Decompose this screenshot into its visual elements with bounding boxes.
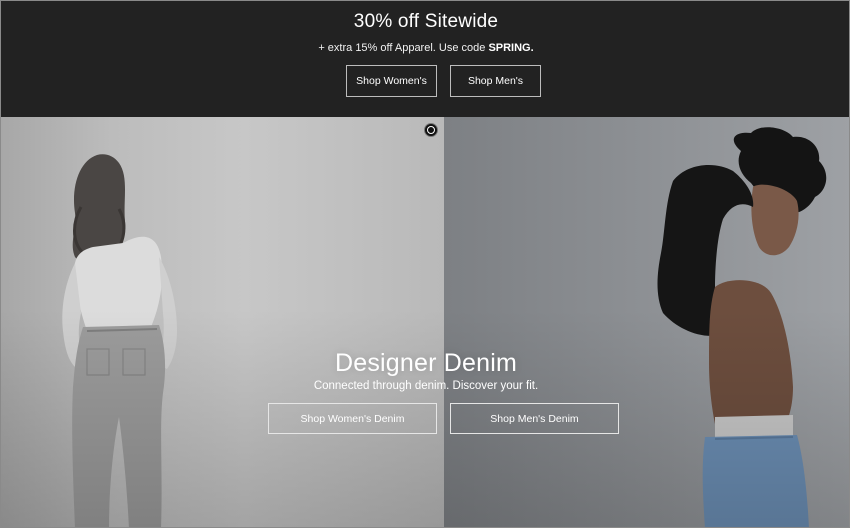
page-frame: 30% off Sitewide + extra 15% off Apparel… (0, 0, 850, 528)
shop-mens-denim-button[interactable]: Shop Men's Denim (450, 403, 619, 434)
shop-mens-button[interactable]: Shop Men's (450, 65, 541, 97)
promo-subtitle-text: + extra 15% off Apparel. Use code (318, 42, 489, 54)
hero-subtitle: Connected through denim. Discover your f… (313, 380, 539, 392)
shop-womens-denim-button[interactable]: Shop Women's Denim (268, 403, 437, 434)
shop-womens-button[interactable]: Shop Women's (346, 65, 437, 97)
promo-subtitle: + extra 15% off Apparel. Use code SPRING… (1, 42, 849, 54)
hero-section: Designer Denim Connected through denim. … (1, 117, 849, 527)
promo-banner: 30% off Sitewide + extra 15% off Apparel… (1, 1, 849, 117)
promo-title: 30% off Sitewide (353, 11, 499, 32)
pause-play-icon[interactable] (424, 123, 438, 137)
hero-title: Designer Denim (334, 349, 518, 377)
promo-code: SPRING. (488, 42, 534, 54)
